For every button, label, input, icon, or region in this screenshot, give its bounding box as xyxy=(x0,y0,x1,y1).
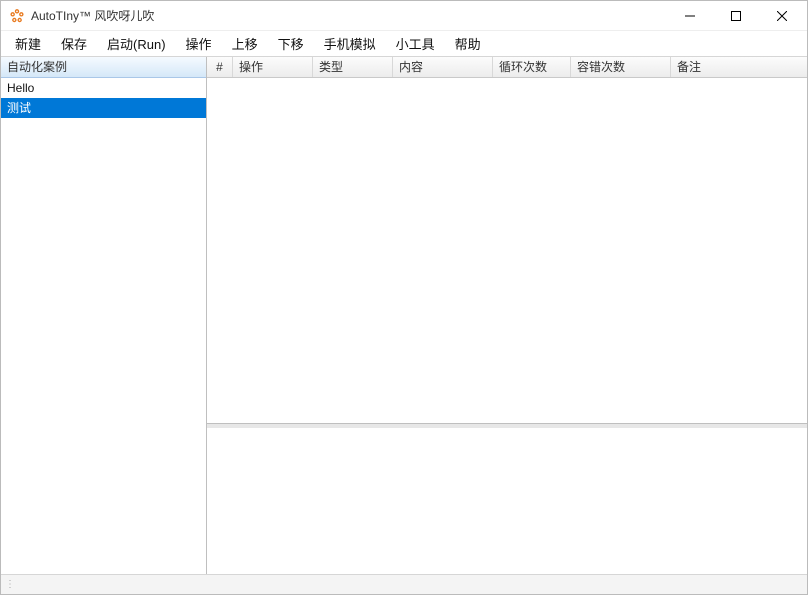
minimize-button[interactable] xyxy=(667,1,713,31)
col-operation[interactable]: 操作 xyxy=(233,57,313,77)
status-grip-icon: ⋮ xyxy=(5,579,16,590)
menu-tools[interactable]: 小工具 xyxy=(386,31,445,56)
menu-bar: 新建 保存 启动(Run) 操作 上移 下移 手机模拟 小工具 帮助 xyxy=(1,31,807,57)
col-index[interactable]: # xyxy=(207,57,233,77)
sidebar-item-hello[interactable]: Hello xyxy=(1,78,206,98)
close-button[interactable] xyxy=(759,1,805,31)
menu-help[interactable]: 帮助 xyxy=(445,31,491,56)
col-type[interactable]: 类型 xyxy=(313,57,393,77)
app-icon xyxy=(9,8,25,24)
maximize-button[interactable] xyxy=(713,1,759,31)
menu-move-down[interactable]: 下移 xyxy=(268,31,314,56)
sidebar-list: Hello 测试 xyxy=(1,78,206,574)
sidebar-header: 自动化案例 xyxy=(1,57,206,78)
window-title: AutoTIny™ 风吹呀儿吹 xyxy=(31,7,154,24)
menu-action[interactable]: 操作 xyxy=(176,31,222,56)
menu-phone-sim[interactable]: 手机模拟 xyxy=(314,31,386,56)
col-note[interactable]: 备注 xyxy=(671,57,807,77)
menu-new[interactable]: 新建 xyxy=(5,31,51,56)
steps-table[interactable]: # 操作 类型 内容 循环次数 容错次数 备注 xyxy=(207,57,807,424)
main-panel: # 操作 类型 内容 循环次数 容错次数 备注 xyxy=(207,57,807,574)
sidebar-item-test[interactable]: 测试 xyxy=(1,98,206,118)
menu-move-up[interactable]: 上移 xyxy=(222,31,268,56)
status-bar: ⋮ xyxy=(1,574,807,594)
col-content[interactable]: 内容 xyxy=(393,57,493,77)
title-bar: AutoTIny™ 风吹呀儿吹 xyxy=(1,1,807,31)
table-header: # 操作 类型 内容 循环次数 容错次数 备注 xyxy=(207,57,807,78)
col-tolerance[interactable]: 容错次数 xyxy=(571,57,671,77)
detail-panel xyxy=(207,424,807,574)
sidebar: 自动化案例 Hello 测试 xyxy=(1,57,207,574)
window-controls xyxy=(667,1,805,31)
menu-run[interactable]: 启动(Run) xyxy=(97,31,176,56)
col-loop[interactable]: 循环次数 xyxy=(493,57,571,77)
content-area: 自动化案例 Hello 测试 # 操作 类型 内容 循环次数 容错次数 备注 xyxy=(1,57,807,574)
menu-save[interactable]: 保存 xyxy=(51,31,97,56)
